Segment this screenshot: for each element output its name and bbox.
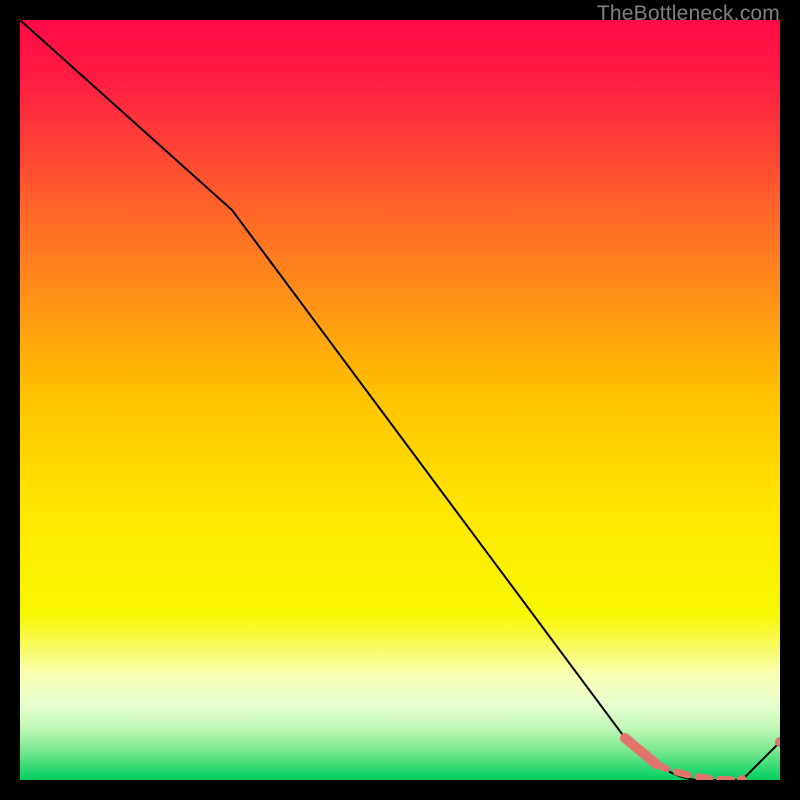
chart-svg (20, 20, 780, 780)
gradient-bg (20, 20, 780, 780)
plot-area (20, 20, 780, 780)
watermark-text: TheBottleneck.com (597, 2, 780, 26)
chart-frame: TheBottleneck.com (0, 0, 800, 800)
